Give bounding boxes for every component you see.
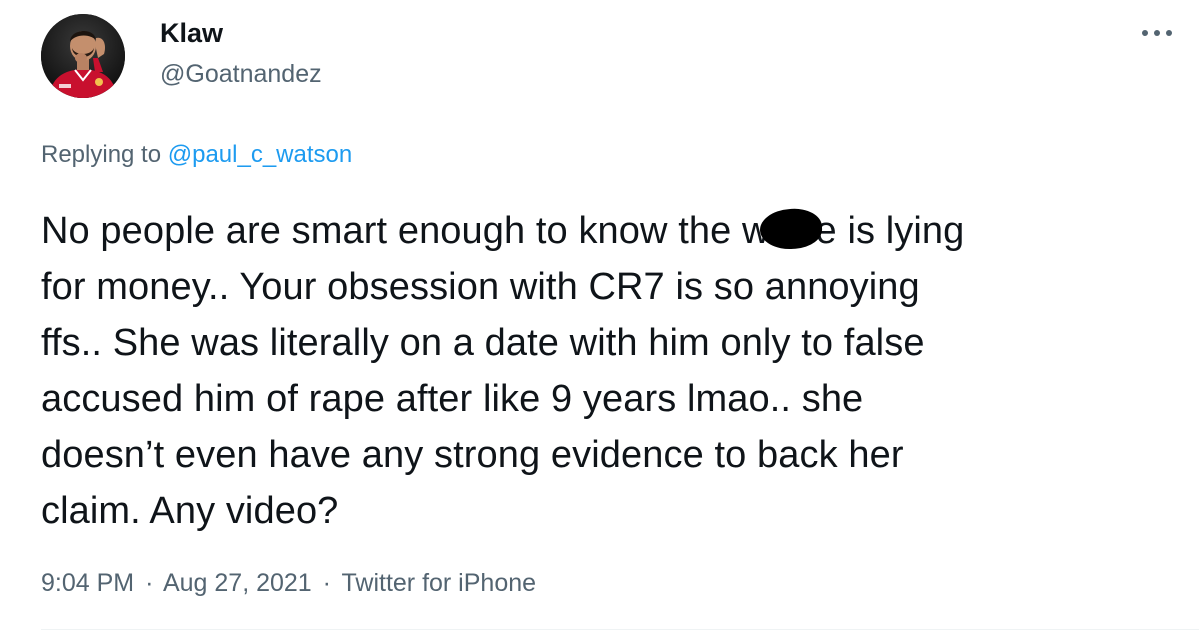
tweet-card: Klaw @Goatnandez Replying to @paul_c_wat… bbox=[0, 0, 1199, 632]
ellipsis-icon bbox=[1142, 30, 1172, 36]
tweet-text-line: claim. Any video? bbox=[41, 490, 339, 532]
tweet-text-line: for money.. Your obsession with CR7 is s… bbox=[41, 266, 920, 308]
tweet-source-link[interactable]: Twitter for iPhone bbox=[342, 569, 537, 597]
tweet-time-link[interactable]: 9:04 PM bbox=[41, 569, 134, 597]
tweet-text-line: ffs.. She was literally on a date with h… bbox=[41, 322, 925, 364]
profile-photo-icon bbox=[41, 14, 125, 98]
tweet-text-line: doesn’t even have any strong evidence to… bbox=[41, 434, 904, 476]
tweet-text-line: No people are smart enough to know the w… bbox=[41, 203, 1181, 259]
tweet-text-segment: No people are smart enough to know the w bbox=[41, 210, 770, 252]
meta-separator: · bbox=[322, 569, 331, 597]
author-display-name[interactable]: Klaw bbox=[160, 18, 223, 49]
tweet-metadata: 9:04 PM · Aug 27, 2021 · Twitter for iPh… bbox=[41, 569, 536, 598]
tweet-text-line: accused him of rape after like 9 years l… bbox=[41, 378, 864, 420]
replying-to: Replying to @paul_c_watson bbox=[41, 141, 352, 169]
more-options-button[interactable] bbox=[1139, 18, 1175, 48]
tweet-text-segment: e is lying bbox=[815, 210, 965, 252]
reply-mention-link[interactable]: @paul_c_watson bbox=[168, 141, 352, 168]
meta-separator: · bbox=[145, 569, 154, 597]
author-avatar[interactable] bbox=[41, 14, 125, 98]
divider bbox=[41, 629, 1199, 630]
replying-to-label: Replying to bbox=[41, 141, 168, 168]
tweet-text: No people are smart enough to know the w… bbox=[41, 203, 1181, 539]
tweet-date-link[interactable]: Aug 27, 2021 bbox=[163, 569, 312, 597]
author-handle[interactable]: @Goatnandez bbox=[160, 60, 322, 89]
